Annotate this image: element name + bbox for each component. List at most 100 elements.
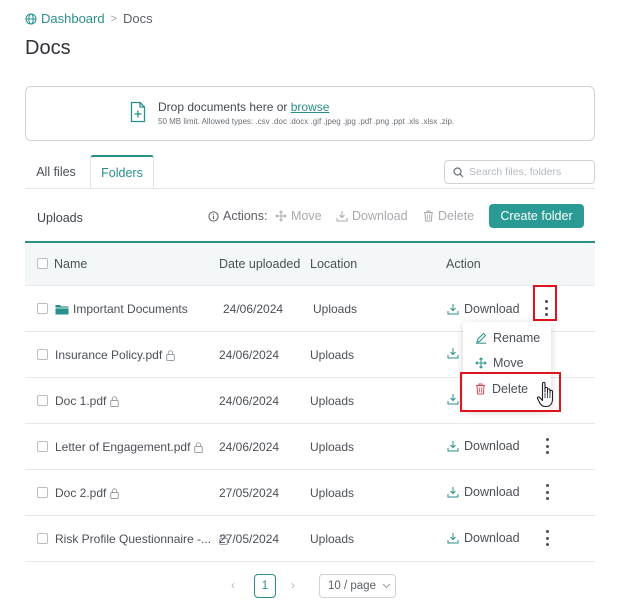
row-download-button[interactable]: Download (447, 439, 520, 453)
select-all-checkbox[interactable] (37, 258, 48, 269)
page-title: Docs (25, 37, 71, 59)
folder-icon (55, 304, 69, 314)
download-icon (336, 211, 348, 222)
search-box[interactable] (444, 160, 595, 184)
upload-dropzone[interactable]: Drop documents here or browse 50 MB limi… (25, 86, 595, 141)
dropzone-text: Drop documents here or browse (158, 100, 329, 114)
breadcrumb-separator: > (110, 12, 118, 25)
download-action[interactable]: Download (336, 209, 408, 223)
browse-link[interactable]: browse (291, 100, 330, 114)
row-name[interactable]: Risk Profile Questionnaire -... (55, 532, 211, 546)
delete-action[interactable]: Delete (423, 209, 474, 223)
lock-icon (110, 395, 120, 407)
row-location: Uploads (310, 440, 355, 454)
edit-icon (476, 332, 487, 344)
row-download-button[interactable]: Download (447, 302, 520, 316)
create-folder-button[interactable]: Create folder (489, 204, 584, 228)
row-name[interactable]: Doc 2.pdf (55, 486, 106, 500)
actions-text: Actions: (223, 209, 268, 223)
page-size-select[interactable]: 10 / page (319, 574, 396, 598)
row-date: 24/06/2024 (219, 394, 280, 408)
download-icon (447, 304, 459, 315)
breadcrumb-home-label[interactable]: Dashboard (41, 11, 105, 26)
table-row[interactable]: Risk Profile Questionnaire -... 27/05/20… (25, 516, 595, 562)
download-action-label[interactable]: Download (352, 209, 408, 223)
table-row[interactable]: Letter of Engagement.pdf 24/06/2024 Uplo… (25, 424, 595, 470)
row-name[interactable]: Insurance Policy.pdf (55, 348, 162, 362)
row-date: 24/06/2024 (219, 440, 280, 454)
toolbar: Uploads Actions: Move Download Delete Cr… (25, 196, 595, 240)
row-location: Uploads (310, 348, 355, 362)
chevron-down-icon (382, 583, 391, 589)
table-row[interactable]: Doc 2.pdf 27/05/2024 Uploads Download (25, 470, 595, 516)
row-location: Uploads (310, 532, 355, 546)
lock-icon (166, 349, 175, 361)
move-icon (475, 357, 487, 369)
tabs-divider (25, 188, 595, 189)
download-icon (447, 348, 459, 359)
trash-icon (424, 210, 433, 222)
move-action[interactable]: Move (275, 209, 322, 223)
download-icon (447, 533, 459, 544)
download-icon (447, 487, 459, 498)
row-checkbox[interactable] (37, 303, 48, 314)
row-checkbox[interactable] (37, 533, 48, 544)
row-date: 27/05/2024 (219, 486, 280, 500)
info-icon (208, 210, 219, 222)
chevron-right-icon[interactable]: › (291, 578, 295, 592)
delete-action-label[interactable]: Delete (438, 209, 474, 223)
column-header-action: Action (446, 257, 481, 271)
search-input[interactable] (469, 166, 589, 178)
row-name-cell[interactable]: Risk Profile Questionnaire -... (55, 532, 228, 546)
row-checkbox[interactable] (37, 441, 48, 452)
menu-item-rename[interactable]: Rename (463, 326, 551, 350)
current-folder-label: Uploads (37, 211, 83, 225)
kebab-icon[interactable] (542, 528, 552, 548)
row-download-button[interactable] (447, 393, 459, 405)
row-download-button[interactable]: Download (447, 485, 520, 499)
page-number-button[interactable]: 1 (254, 574, 276, 598)
download-icon (447, 441, 459, 452)
menu-item-move-label[interactable]: Move (493, 356, 524, 370)
breadcrumb-current: Docs (123, 11, 153, 26)
actions-label: Actions: (208, 209, 267, 223)
breadcrumb-dashboard-link[interactable]: Dashboard (25, 11, 105, 26)
pagination: ‹ 1 › 10 / page (0, 574, 620, 598)
row-download-label[interactable]: Download (464, 302, 520, 316)
row-location: Uploads (310, 486, 355, 500)
tab-all-files[interactable]: All files (25, 155, 87, 189)
row-name[interactable]: Doc 1.pdf (55, 394, 106, 408)
kebab-icon[interactable] (542, 482, 552, 502)
row-name-cell[interactable]: Letter of Engagement.pdf (55, 440, 204, 454)
download-icon (447, 394, 459, 405)
move-action-label[interactable]: Move (291, 209, 322, 223)
dropzone-label: Drop documents here or (158, 100, 288, 114)
menu-item-rename-label[interactable]: Rename (493, 331, 540, 345)
table-header: Name Date uploaded Location Action (25, 243, 595, 286)
row-name-cell[interactable]: Important Documents (55, 302, 188, 316)
move-icon (275, 210, 287, 222)
row-checkbox[interactable] (37, 487, 48, 498)
row-download-label[interactable]: Download (464, 439, 520, 453)
kebab-icon[interactable] (542, 436, 552, 456)
row-download-label[interactable]: Download (464, 531, 520, 545)
file-plus-icon (130, 101, 146, 123)
chevron-left-icon[interactable]: ‹ (231, 578, 235, 592)
page-size-value: 10 / page (328, 580, 376, 592)
column-header-name[interactable]: Name (54, 257, 87, 271)
row-name[interactable]: Important Documents (73, 302, 188, 316)
row-checkbox[interactable] (37, 395, 48, 406)
column-header-date[interactable]: Date uploaded (219, 257, 300, 271)
row-name-cell[interactable]: Doc 1.pdf (55, 394, 120, 408)
row-download-button[interactable] (447, 347, 459, 359)
row-checkbox[interactable] (37, 349, 48, 360)
row-download-label[interactable]: Download (464, 485, 520, 499)
tab-folders[interactable]: Folders (90, 155, 154, 189)
row-name-cell[interactable]: Insurance Policy.pdf (55, 348, 175, 362)
row-download-button[interactable]: Download (447, 531, 520, 545)
globe-icon (25, 13, 37, 24)
row-name-cell[interactable]: Doc 2.pdf (55, 486, 120, 500)
row-name[interactable]: Letter of Engagement.pdf (55, 440, 190, 454)
lock-icon (194, 441, 204, 453)
column-header-location[interactable]: Location (310, 257, 357, 271)
